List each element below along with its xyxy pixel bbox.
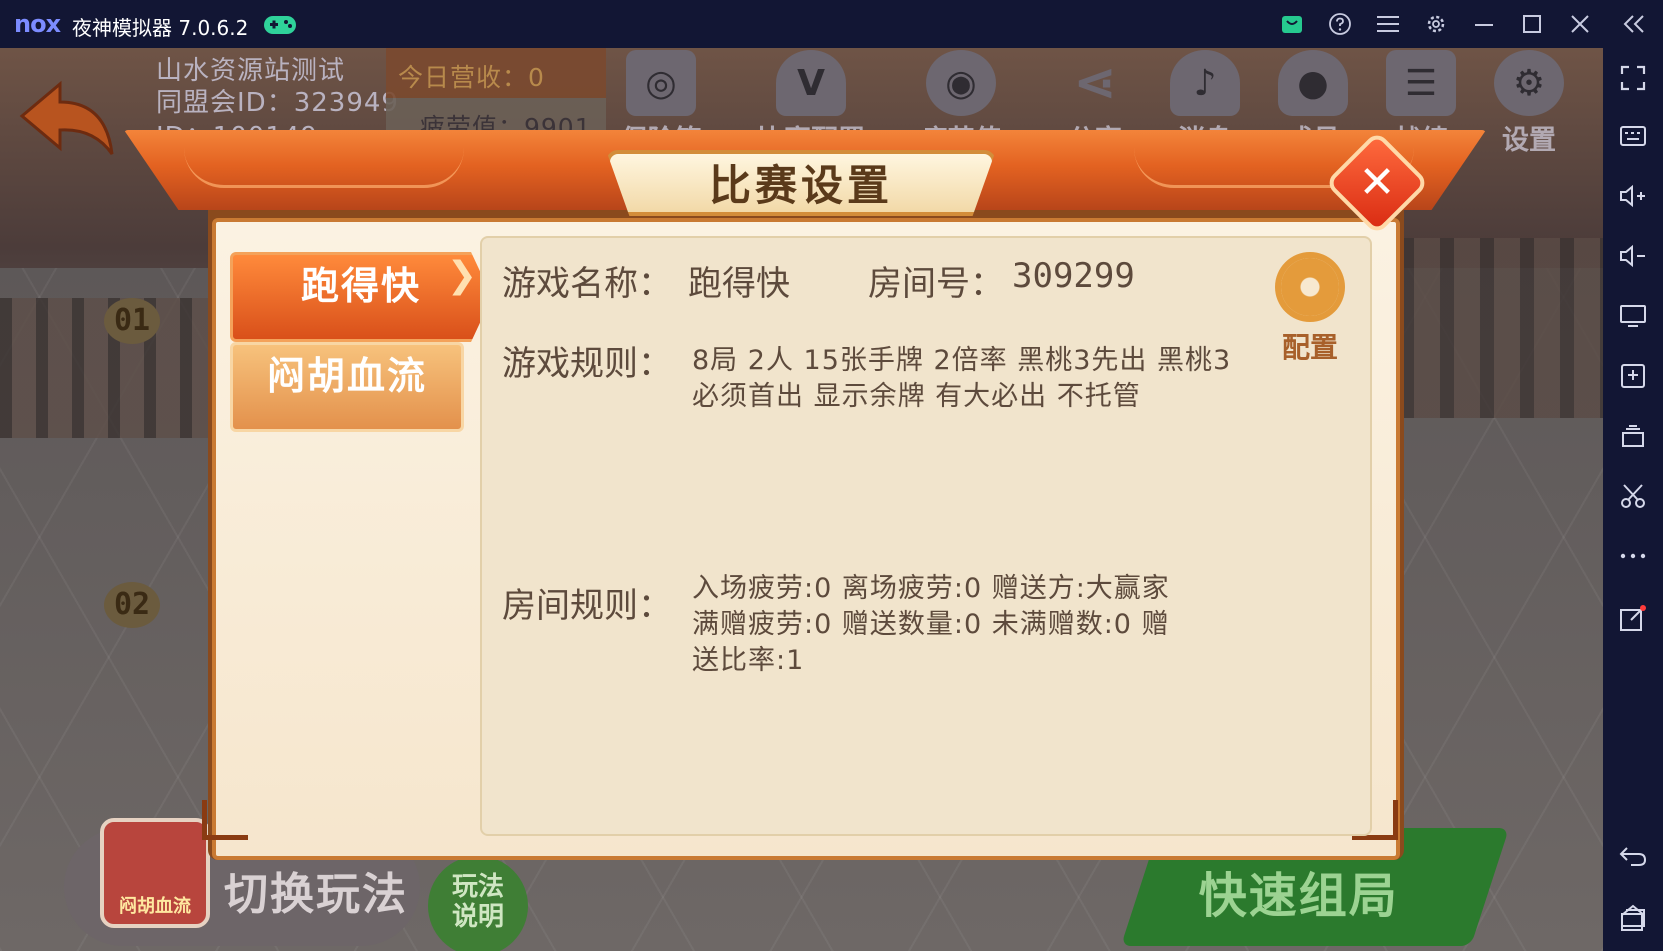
list-icon: ☰ [1386, 50, 1456, 116]
room-no-value: 309299 [1012, 256, 1135, 296]
menu-icon[interactable] [1372, 8, 1404, 40]
gear-icon [1281, 258, 1339, 316]
screenshot-icon[interactable] [1603, 476, 1663, 516]
gear-icon: ⚙ [1494, 50, 1564, 116]
settings-icon[interactable] [1420, 8, 1452, 40]
game-info-card [480, 236, 1372, 836]
tab-label: 闷胡血流 [266, 354, 427, 398]
share-icon[interactable] [1603, 598, 1663, 638]
table-marker[interactable]: 02 [104, 582, 160, 628]
emulator-title-bar: nox 夜神模拟器 7.0.6.2 [0, 0, 1663, 48]
safe-icon: ◎ [626, 50, 696, 116]
volume-down-icon[interactable] [1603, 236, 1663, 276]
chevron-right-icon: ❯ [446, 255, 479, 296]
alliance-id: 同盟会ID：323949 [156, 88, 399, 118]
room-rules-line: 送比率:1 [692, 645, 805, 676]
config-label: 配置 [1281, 331, 1338, 364]
fullscreen-icon[interactable] [1603, 58, 1663, 98]
game-name-label: 游戏名称： [502, 264, 672, 304]
help-icon[interactable] [1324, 8, 1356, 40]
v-badge-icon: V [776, 50, 846, 116]
close-x-icon[interactable]: ✕ [1340, 146, 1414, 220]
today-revenue: 今日营收：0 [398, 63, 545, 92]
dialog-title: 比赛设置 [708, 161, 893, 210]
nox-logo: nox [14, 10, 61, 38]
room-no-label: 房间号： [868, 264, 1004, 304]
room-rules-line: 满赠疲劳:0 赠送数量:0 未满赠数:0 赠 [692, 609, 1170, 640]
tab-paodekuai[interactable]: 跑得快 ❯ [230, 252, 492, 342]
recent-apps-icon[interactable] [1603, 900, 1663, 940]
game-rules-line: 必须首出 显示余牌 有大必出 不托管 [692, 381, 1141, 412]
mahjong-badge: 闷胡血流 [100, 818, 210, 928]
settings-button[interactable]: ⚙ 设置 [1474, 50, 1584, 156]
game-rules-line: 8局 2人 15张手牌 2倍率 黑桃3先出 黑桃3 [692, 345, 1232, 376]
corner-ornament [202, 800, 248, 840]
maximize-icon[interactable] [1516, 8, 1548, 40]
collapse-icon[interactable] [1618, 8, 1650, 40]
minimize-icon[interactable] [1468, 8, 1500, 40]
tab-label: 跑得快 [300, 264, 421, 308]
app-title: 夜神模拟器 7.0.6.2 [72, 16, 249, 40]
back-icon[interactable] [1603, 836, 1663, 876]
game-name-value: 跑得快 [688, 264, 790, 304]
config-button[interactable]: 配置 [1270, 258, 1350, 364]
screen-icon[interactable] [1603, 296, 1663, 336]
keyboard-icon[interactable] [1603, 116, 1663, 156]
gamepad-icon[interactable] [262, 10, 298, 38]
game-rules-label: 游戏规则： [502, 344, 672, 384]
person-icon: ● [1278, 50, 1348, 116]
apk-install-icon[interactable] [1603, 356, 1663, 396]
eye-icon: ◉ [926, 50, 996, 116]
more-icon[interactable] [1603, 536, 1663, 576]
room-rules-line: 入场疲劳:0 离场疲劳:0 赠送方:大赢家 [692, 573, 1170, 604]
rules-button-label: 玩法说明 [451, 872, 504, 932]
switch-mode-label: 切换玩法 [224, 869, 408, 920]
volume-up-icon[interactable] [1603, 176, 1663, 216]
rules-button[interactable]: 玩法说明 [428, 856, 528, 951]
emulator-sidebar [1603, 48, 1663, 951]
store-icon[interactable] [1276, 8, 1308, 40]
close-icon[interactable] [1564, 8, 1596, 40]
back-arrow-icon[interactable] [16, 76, 116, 166]
bell-icon: ♪ [1170, 50, 1240, 116]
share-nodes-icon: ⋖ [1073, 53, 1117, 113]
table-marker[interactable]: 01 [104, 298, 160, 344]
multi-instance-icon[interactable] [1603, 416, 1663, 456]
room-rules-label: 房间规则： [502, 586, 672, 626]
tab-menhu-xueliu[interactable]: 闷胡血流 [230, 342, 464, 432]
quick-start-label: 快速组局 [1198, 868, 1399, 924]
